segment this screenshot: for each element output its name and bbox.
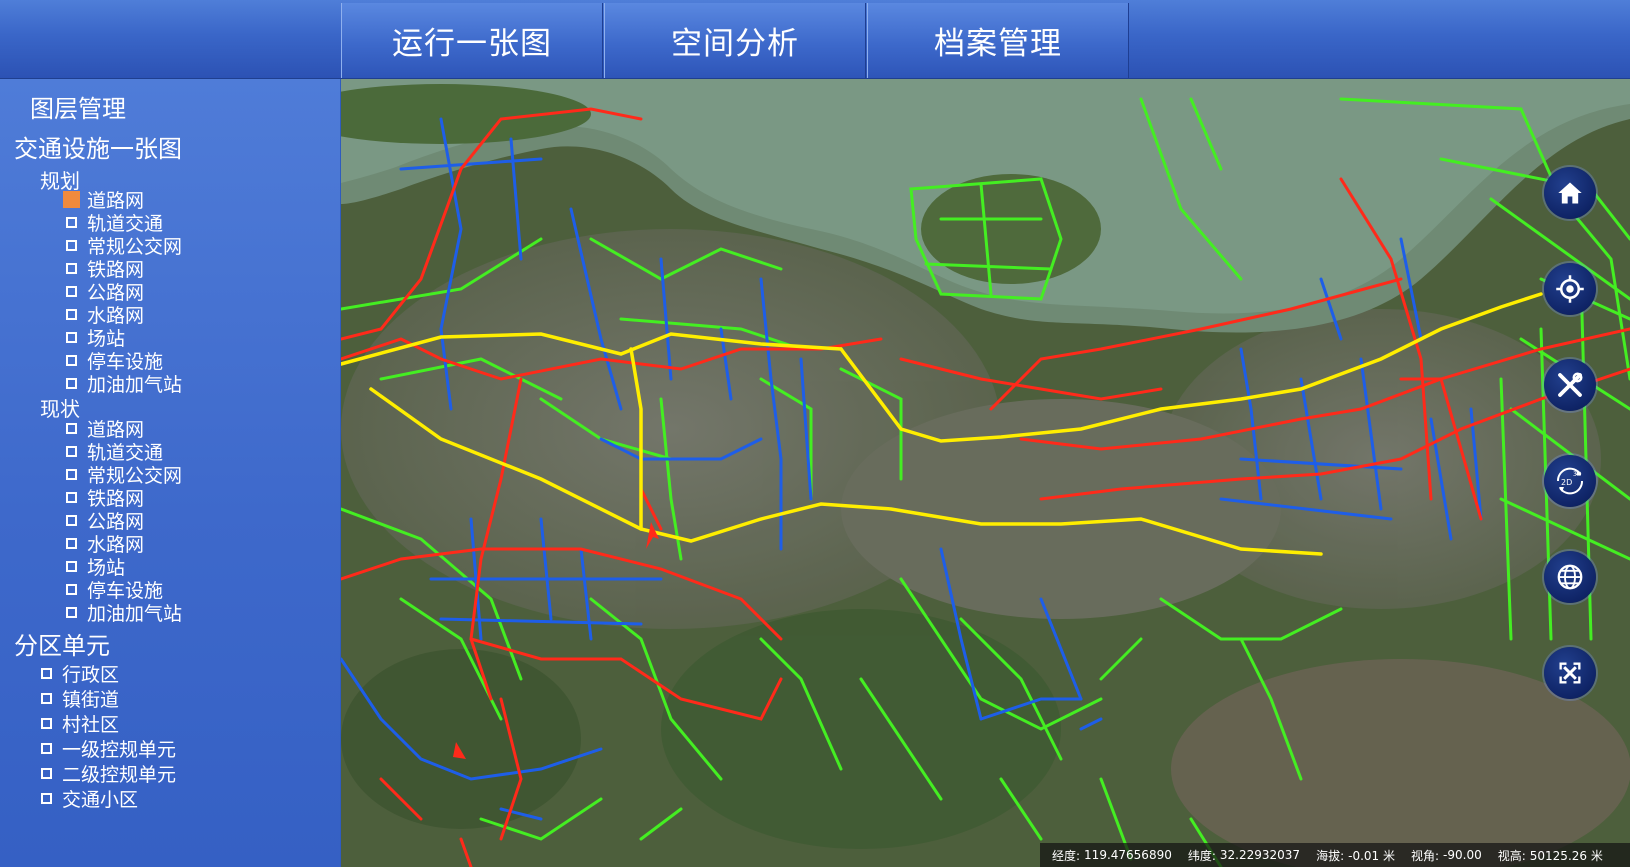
longitude-value: 119.47656890 — [1084, 848, 1172, 862]
altitude-label: 海拔: — [1316, 848, 1345, 863]
top-navigation-bar: 运行一张图 空间分析 档案管理 — [0, 0, 1630, 79]
checkbox[interactable] — [66, 308, 77, 320]
layer-planned-railway[interactable]: 铁路网 — [66, 257, 144, 281]
checkbox[interactable] — [66, 445, 77, 457]
home-button[interactable] — [1544, 167, 1596, 219]
view-height-label: 视高: — [1497, 848, 1526, 863]
altitude-value: -0.01 米 — [1348, 848, 1395, 863]
layer-current-waterway[interactable]: 水路网 — [66, 532, 144, 556]
layer-planned-waterway[interactable]: 水路网 — [66, 303, 144, 327]
layer-management-panel: 图层管理 交通设施一张图 规划 道路网 轨道交通 常规公交网 铁路网 公路网 水… — [0, 79, 340, 867]
globe-button[interactable] — [1544, 551, 1596, 603]
layer-current-highway[interactable]: 公路网 — [66, 509, 144, 533]
checkbox[interactable] — [41, 767, 52, 779]
svg-text:3D: 3D — [1573, 471, 1582, 478]
checkbox[interactable] — [66, 560, 77, 572]
view-height-value: 50125.26 米 — [1529, 848, 1603, 863]
tab-spatial-analysis[interactable]: 空间分析 — [604, 3, 866, 78]
checkbox[interactable] — [66, 583, 77, 595]
layer-traffic-zone[interactable]: 交通小区 — [41, 787, 138, 811]
2d-3d-switch-icon: 2D 3D — [1556, 467, 1584, 495]
home-icon — [1558, 182, 1582, 204]
checkbox[interactable] — [66, 606, 77, 618]
coordinate-status-bar: 经度: 119.47656890 纬度: 32.22932037 海拔: -0.… — [1040, 843, 1630, 867]
layer-village-community[interactable]: 村社区 — [41, 712, 119, 736]
checkbox[interactable] — [66, 262, 77, 274]
layer-town-street[interactable]: 镇街道 — [41, 687, 119, 711]
layer-current-stations[interactable]: 场站 — [66, 555, 125, 579]
checkbox[interactable] — [41, 667, 52, 679]
globe-icon — [1557, 564, 1583, 590]
checkbox[interactable] — [66, 377, 77, 389]
checkbox[interactable] — [66, 331, 77, 343]
checkbox[interactable] — [66, 514, 77, 526]
checkbox[interactable] — [66, 422, 77, 434]
view-angle-label: 视角: — [1410, 848, 1440, 863]
tab-operation-map[interactable]: 运行一张图 — [341, 3, 603, 78]
longitude-label: 经度: — [1052, 848, 1081, 863]
group-zoning-units[interactable]: 分区单元 — [14, 626, 110, 661]
layer-administrative-district[interactable]: 行政区 — [41, 662, 119, 686]
view-angle-value: -90.00 — [1443, 848, 1482, 862]
latitude-value: 32.22932037 — [1219, 848, 1301, 862]
checkbox-checked[interactable] — [63, 190, 80, 208]
layer-current-rail-transit[interactable]: 轨道交通 — [66, 440, 163, 464]
layer-current-gas-stations[interactable]: 加油加气站 — [66, 601, 182, 625]
layer-planned-stations[interactable]: 场站 — [66, 326, 125, 350]
tools-icon — [1558, 372, 1583, 397]
panel-title: 图层管理 — [30, 95, 126, 123]
layer-current-road-network[interactable]: 道路网 — [66, 417, 144, 441]
layer-planned-highway[interactable]: 公路网 — [66, 280, 144, 304]
checkbox[interactable] — [41, 792, 52, 804]
checkbox[interactable] — [41, 742, 52, 754]
group-transport-facilities[interactable]: 交通设施一张图 — [14, 129, 182, 164]
checkbox[interactable] — [66, 285, 77, 297]
svg-text:2D: 2D — [1561, 478, 1572, 487]
latitude-label: 纬度: — [1187, 848, 1216, 863]
checkbox[interactable] — [66, 354, 77, 366]
layer-planned-rail-transit[interactable]: 轨道交通 — [66, 211, 163, 235]
locate-icon — [1556, 275, 1584, 303]
satellite-map-canvas[interactable] — [341, 79, 1630, 867]
tools-button[interactable] — [1544, 359, 1596, 411]
tab-archive-management[interactable]: 档案管理 — [867, 3, 1129, 78]
layer-planned-road-network[interactable]: 道路网 — [63, 188, 144, 212]
layer-planned-bus-network[interactable]: 常规公交网 — [66, 234, 182, 258]
layer-current-parking[interactable]: 停车设施 — [66, 578, 163, 602]
checkbox[interactable] — [66, 239, 77, 251]
map-view[interactable] — [341, 79, 1630, 867]
layer-level2-control-unit[interactable]: 二级控规单元 — [41, 762, 176, 786]
layer-level1-control-unit[interactable]: 一级控规单元 — [41, 737, 176, 761]
fullscreen-icon — [1559, 662, 1581, 684]
checkbox[interactable] — [41, 717, 52, 729]
checkbox[interactable] — [66, 468, 77, 480]
layer-current-bus-network[interactable]: 常规公交网 — [66, 463, 182, 487]
checkbox[interactable] — [66, 216, 77, 228]
checkbox[interactable] — [41, 692, 52, 704]
layer-current-railway[interactable]: 铁路网 — [66, 486, 144, 510]
layer-planned-parking[interactable]: 停车设施 — [66, 349, 163, 373]
checkbox[interactable] — [66, 537, 77, 549]
locate-button[interactable] — [1544, 263, 1596, 315]
checkbox[interactable] — [66, 491, 77, 503]
fullscreen-button[interactable] — [1544, 647, 1596, 699]
2d-3d-switch-button[interactable]: 2D 3D — [1544, 455, 1596, 507]
layer-planned-gas-stations[interactable]: 加油加气站 — [66, 372, 182, 396]
